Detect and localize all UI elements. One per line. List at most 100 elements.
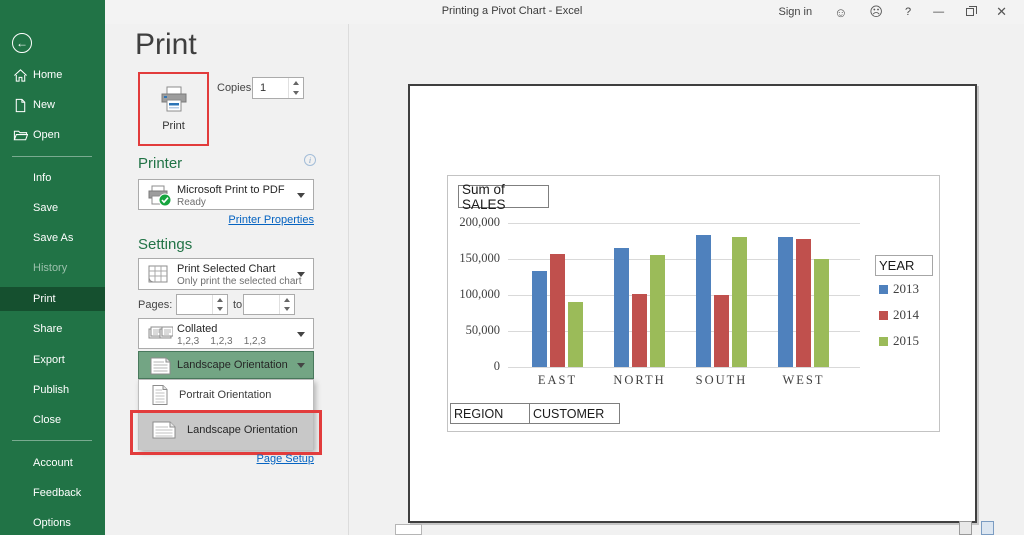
portrait-page-icon [152, 385, 168, 405]
close-icon[interactable]: ✕ [985, 0, 1018, 24]
pivot-chart: Sum of SALES YEAR REGION CUSTOMER 200,00… [447, 175, 940, 432]
sidebar-item-close[interactable]: Close [0, 408, 105, 432]
chart-title-button[interactable]: Sum of SALES [458, 182, 549, 212]
bar-2015-EAST [568, 302, 583, 367]
smiley-feedback-icon[interactable]: ☺ [823, 0, 858, 24]
landscape-option-highlight [130, 410, 322, 455]
spin-up-icon[interactable] [293, 81, 299, 85]
restore-icon[interactable] [955, 0, 985, 24]
collation-label: Collated [177, 323, 218, 335]
settings-section-heading: Settings [138, 236, 193, 253]
gridline [508, 367, 860, 368]
print-preview-page: Sum of SALES YEAR REGION CUSTOMER 200,00… [408, 84, 977, 523]
info-icon[interactable]: i [304, 154, 316, 166]
zoom-to-page-icon[interactable] [981, 521, 994, 535]
x-category-label: WEST [782, 373, 825, 387]
legend-label: 2014 [893, 307, 919, 322]
print-what-label: Print Selected Chart [177, 263, 276, 275]
copies-value: 1 [260, 82, 267, 94]
spin-down-icon[interactable] [217, 307, 223, 312]
legend-swatch [879, 336, 888, 346]
chevron-down-icon [297, 192, 305, 198]
legend-swatch [879, 284, 888, 294]
page-setup-link[interactable]: Page Setup [188, 453, 315, 465]
printer-section-heading: Printer [138, 155, 183, 172]
y-tick-label: 100,000 [459, 287, 500, 301]
frowny-feedback-icon[interactable]: ☹ [858, 0, 894, 24]
panel-divider [348, 24, 349, 535]
region-field-button[interactable]: REGION [450, 403, 530, 424]
print-button[interactable]: Print [142, 76, 205, 142]
spin-up-icon[interactable] [217, 297, 223, 302]
y-tick-label: 150,000 [459, 251, 500, 265]
bar-2015-SOUTH [732, 237, 747, 367]
sidebar-item-print[interactable]: Print [0, 287, 105, 311]
show-margins-icon[interactable] [959, 521, 972, 535]
x-category-label: NORTH [613, 373, 666, 387]
minimize-icon[interactable]: — [922, 0, 955, 24]
sidebar-divider [12, 156, 92, 157]
page-number-box[interactable] [395, 524, 422, 535]
printer-properties-link[interactable]: Printer Properties [188, 214, 314, 226]
sidebar-item-save-as[interactable]: Save As [0, 226, 105, 250]
sidebar-item-export[interactable]: Export [0, 348, 105, 372]
sidebar-item-info[interactable]: Info [0, 166, 105, 190]
legend-item-2015: 2015 [879, 333, 919, 348]
title-bar: Printing a Pivot Chart - Excel Sign in ☺… [0, 0, 1024, 24]
print-button-label: Print [162, 120, 185, 132]
spin-down-icon[interactable] [293, 91, 299, 95]
bar-2014-EAST [550, 253, 565, 367]
sidebar-item-options[interactable]: Options [0, 511, 105, 535]
sidebar-item-home[interactable]: Home [0, 63, 105, 87]
sidebar-item-publish[interactable]: Publish [0, 378, 105, 402]
spin-down-icon[interactable] [284, 307, 290, 312]
gridline [508, 223, 860, 224]
pages-to-label: to [233, 299, 243, 311]
chevron-down-icon [297, 331, 305, 337]
landscape-page-icon [150, 357, 171, 375]
sidebar-item-history[interactable]: History [0, 256, 105, 280]
bar-2014-NORTH [632, 293, 647, 367]
copies-stepper[interactable]: 1 [252, 77, 304, 99]
help-icon[interactable]: ? [894, 0, 922, 24]
page-title: Print [135, 28, 197, 61]
printer-status: Ready [177, 197, 206, 208]
sidebar-item-feedback[interactable]: Feedback [0, 481, 105, 505]
print-what-dropdown[interactable]: Print Selected Chart Only print the sele… [138, 258, 314, 290]
collate-icon [148, 326, 173, 339]
bar-2013-SOUTH [696, 235, 711, 367]
bar-2015-WEST [814, 259, 829, 367]
print-what-sublabel: Only print the selected chart [177, 276, 302, 287]
customer-field-button[interactable]: CUSTOMER [530, 403, 620, 424]
sidebar-item-save[interactable]: Save [0, 196, 105, 220]
orientation-dropdown[interactable]: Landscape Orientation [138, 351, 314, 379]
sidebar-item-open[interactable]: Open [0, 123, 105, 147]
collation-sublabel: 1,2,3 1,2,3 1,2,3 [177, 336, 266, 347]
menu-item-portrait-orientation[interactable]: Portrait Orientation [139, 380, 313, 410]
bar-2013-EAST [532, 270, 547, 367]
legend-swatch [879, 310, 888, 320]
sidebar-divider [12, 440, 92, 441]
legend-title-button[interactable]: YEAR [875, 255, 933, 276]
sign-in-button[interactable]: Sign in [767, 0, 823, 24]
pages-from-stepper[interactable] [176, 294, 228, 315]
collation-dropdown[interactable]: Collated 1,2,3 1,2,3 1,2,3 [138, 318, 314, 349]
bar-2013-NORTH [614, 248, 629, 367]
orientation-selected-label: Landscape Orientation [177, 359, 288, 371]
menu-item-label: Portrait Orientation [179, 389, 272, 401]
sidebar-item-new[interactable]: New [0, 93, 105, 117]
sidebar-item-account[interactable]: Account [0, 451, 105, 475]
new-document-icon [15, 98, 26, 112]
sidebar-item-share[interactable]: Share [0, 317, 105, 341]
pages-label: Pages: [138, 299, 173, 311]
pages-to-stepper[interactable] [243, 294, 295, 315]
y-tick-label: 200,000 [459, 215, 500, 229]
back-arrow-button[interactable]: ← [12, 33, 32, 53]
spin-up-icon[interactable] [284, 297, 290, 302]
legend-item-2013: 2013 [879, 281, 919, 296]
bar-2014-SOUTH [714, 295, 729, 367]
bar-2015-NORTH [650, 255, 665, 367]
printer-dropdown[interactable]: Microsoft Print to PDF Ready [138, 179, 314, 210]
chevron-down-icon [297, 363, 305, 368]
printer-icon [161, 86, 186, 112]
